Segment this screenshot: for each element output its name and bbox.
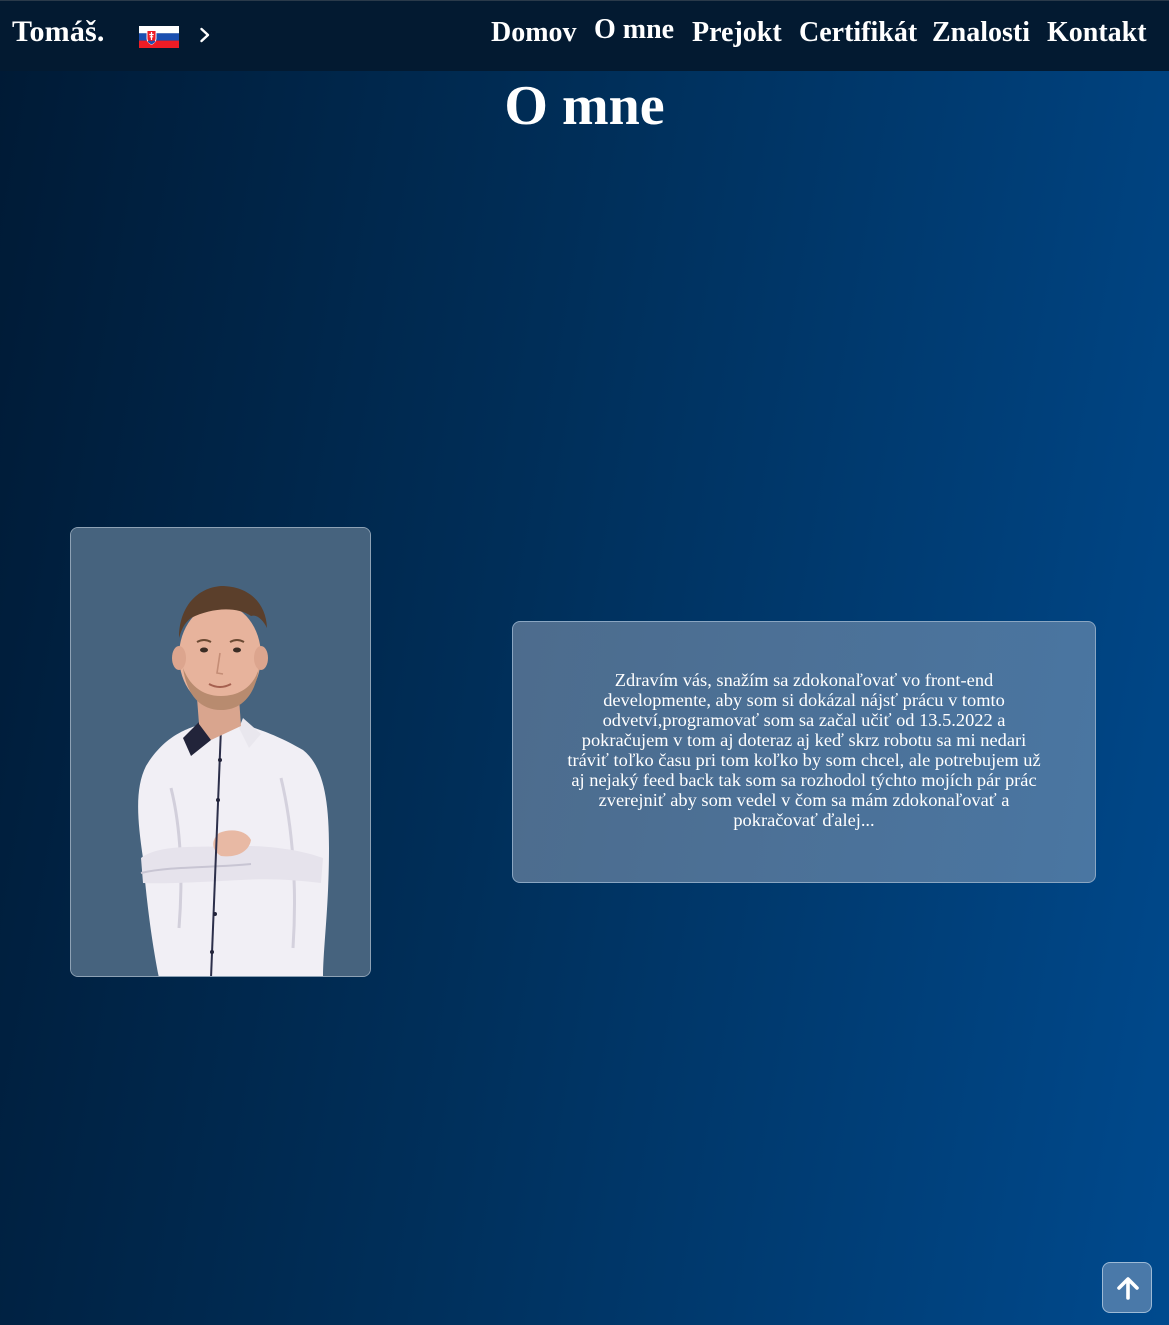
- brand-logo[interactable]: Tomáš.: [12, 15, 105, 49]
- nav-link-certifikat[interactable]: Certifikát: [799, 17, 917, 49]
- nav-link-domov[interactable]: Domov: [491, 17, 577, 49]
- page-title: O mne: [504, 75, 665, 137]
- nav-link-prejokt[interactable]: Prejokt: [692, 17, 782, 49]
- arrow-up-icon: [1117, 1277, 1139, 1300]
- nav-link-znalosti[interactable]: Znalosti: [932, 17, 1030, 49]
- about-text: Zdravím vás, snažím sa zdokonaľovať vo f…: [567, 670, 1041, 830]
- nav-link-kontakt[interactable]: Kontakt: [1047, 17, 1147, 49]
- navbar: Tomáš. Domov O mne Prejokt Certifikát Zn…: [0, 0, 1169, 71]
- chevron-right-icon[interactable]: [199, 27, 211, 43]
- nav-link-o-mne[interactable]: O mne: [594, 14, 674, 46]
- scroll-to-top-button[interactable]: [1102, 1262, 1152, 1313]
- about-text-card: Zdravím vás, snažím sa zdokonaľovať vo f…: [512, 621, 1096, 883]
- portrait-photo: [70, 527, 371, 977]
- slovakia-flag-icon[interactable]: [139, 26, 179, 48]
